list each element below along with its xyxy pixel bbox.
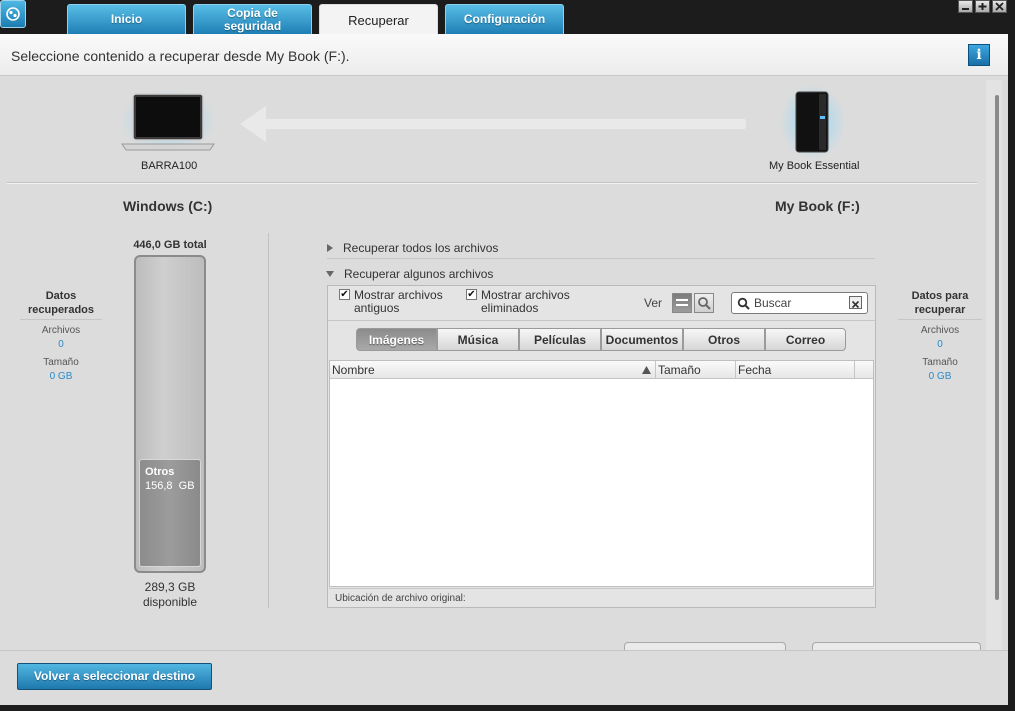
transfer-arrow-line <box>262 119 746 129</box>
to-recover-title: Datos para recuperar <box>911 290 969 316</box>
show-deleted-check-icon: ✔ <box>466 289 477 300</box>
search-clear-button[interactable] <box>849 296 862 309</box>
column-filler <box>855 361 873 379</box>
recovered-files-value: 0 <box>58 339 64 350</box>
laptop-icon <box>120 89 216 153</box>
recover-all-label: Recuperar todos los archivos <box>343 241 499 255</box>
preview-view-button[interactable] <box>694 293 714 313</box>
recovered-size-label: Tamaño <box>43 357 79 368</box>
to-recover-divider <box>898 319 982 320</box>
search-placeholder: Buscar <box>754 296 792 310</box>
expand-down-icon <box>326 271 334 277</box>
sort-asc-icon <box>642 366 651 374</box>
app-logo-icon[interactable] <box>0 0 26 28</box>
tab-inicio[interactable]: Inicio <box>67 4 186 34</box>
source-device-name: BARRA100 <box>141 160 198 172</box>
target-device-name: My Book Essential <box>769 160 860 172</box>
option-divider <box>327 258 875 259</box>
recovered-data-title: Datos recuperados <box>27 290 95 316</box>
external-drive-icon <box>780 84 846 160</box>
minimize-button[interactable] <box>958 0 973 13</box>
category-movies[interactable]: Películas <box>519 328 601 351</box>
category-mail[interactable]: Correo <box>765 328 846 351</box>
clear-icon <box>851 300 860 309</box>
show-deleted-checkbox[interactable]: ✔ Mostrar archivos eliminados <box>466 289 581 315</box>
info-button[interactable]: i <box>968 44 990 66</box>
info-icon: i <box>976 47 982 63</box>
drive-fill-label: Otros <box>145 466 175 478</box>
maximize-icon <box>978 3 987 10</box>
drive-fill-value: 156,8 GB <box>145 480 195 492</box>
drive-free-label: disponible <box>142 595 198 609</box>
search-input[interactable]: Buscar <box>731 292 868 314</box>
to-recover-size-value: 0 GB <box>928 371 952 382</box>
tab-copia-seguridad-label: Copia de seguridad <box>223 5 282 33</box>
column-date[interactable]: Fecha <box>736 361 855 379</box>
close-button[interactable] <box>992 0 1007 13</box>
drive-total: 446,0 GB total <box>133 239 207 251</box>
recovered-data-divider <box>20 319 102 320</box>
recover-some-label: Recuperar algunos archivos <box>344 267 494 281</box>
column-name[interactable]: Nombre <box>330 361 656 379</box>
category-images[interactable]: Imágenes <box>356 328 437 351</box>
category-others[interactable]: Otros <box>683 328 765 351</box>
list-view-icon <box>676 299 688 306</box>
magnifier-view-icon <box>698 297 711 310</box>
section-divider <box>7 182 977 183</box>
to-recover-size-label: Tamaño <box>922 357 958 368</box>
tab-configuracion[interactable]: Configuración <box>445 4 564 34</box>
recovered-size-value: 0 GB <box>49 371 73 382</box>
expand-right-icon <box>327 244 333 252</box>
column-size[interactable]: Tamaño <box>656 361 736 379</box>
transfer-arrow-icon <box>240 106 266 142</box>
vertical-divider <box>268 233 269 608</box>
tab-copia-seguridad[interactable]: Copia de seguridad <box>193 4 312 34</box>
column-name-label: Nombre <box>332 363 375 377</box>
tab-recuperar[interactable]: Recuperar <box>319 4 438 35</box>
page-title: Seleccione contenido a recuperar desde M… <box>11 48 350 64</box>
target-drive-title: My Book (F:) <box>775 198 860 214</box>
view-label: Ver <box>644 296 663 310</box>
panel-divider <box>328 320 875 321</box>
back-select-destination-button[interactable]: Volver a seleccionar destino <box>17 663 212 690</box>
show-old-checkbox[interactable]: ✔ Mostrar archivos antiguos <box>339 289 454 315</box>
category-music[interactable]: Música <box>437 328 519 351</box>
show-old-check-icon: ✔ <box>339 289 350 300</box>
to-recover-files-value: 0 <box>937 339 943 350</box>
close-icon <box>995 2 1004 11</box>
list-view-button[interactable] <box>672 293 692 313</box>
drive-free-value: 289,3 GB <box>144 580 196 594</box>
original-location-label: Ubicación de archivo original: <box>329 588 874 607</box>
show-deleted-label: Mostrar archivos eliminados <box>481 288 570 315</box>
scrollbar-track[interactable] <box>986 80 1002 650</box>
partial-button-left[interactable] <box>624 642 786 650</box>
maximize-button[interactable] <box>975 0 990 13</box>
show-old-label: Mostrar archivos antiguos <box>354 288 443 315</box>
minimize-icon <box>962 8 969 10</box>
scrollbar-thumb[interactable] <box>995 95 999 600</box>
to-recover-files-label: Archivos <box>920 325 960 336</box>
file-list[interactable] <box>329 360 874 587</box>
recovered-files-label: Archivos <box>41 325 81 336</box>
recover-all-option[interactable]: Recuperar todos los archivos <box>327 241 498 255</box>
source-drive-title: Windows (C:) <box>123 198 213 214</box>
category-documents[interactable]: Documentos <box>601 328 683 351</box>
recover-some-option[interactable]: Recuperar algunos archivos <box>326 267 493 281</box>
partial-button-right[interactable] <box>812 642 981 650</box>
search-icon <box>737 297 750 310</box>
